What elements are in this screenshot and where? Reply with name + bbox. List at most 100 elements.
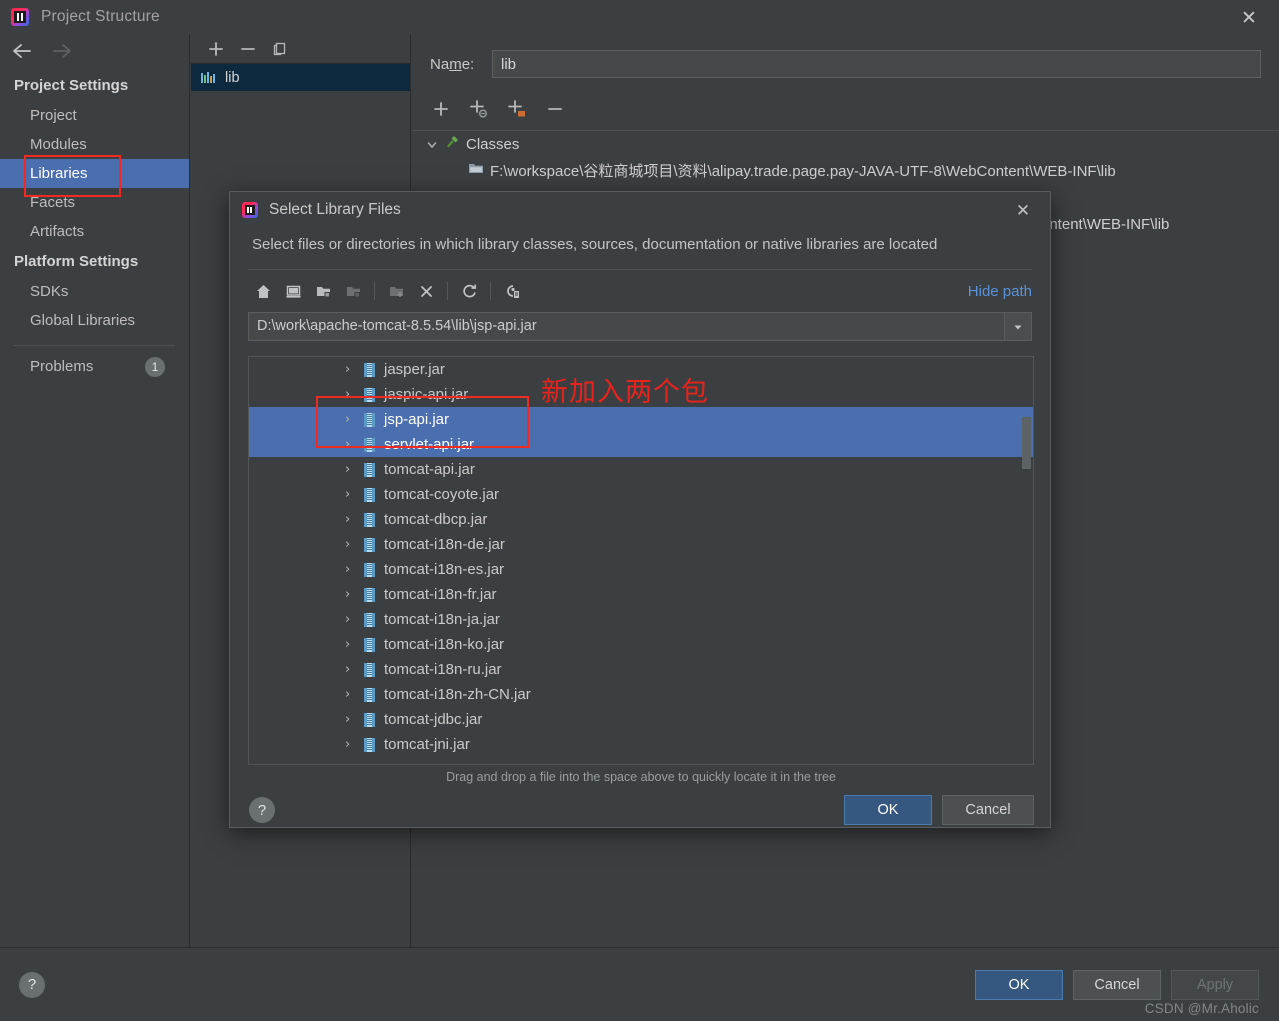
path-input[interactable]: D:\work\apache-tomcat-8.5.54\lib\jsp-api…: [249, 313, 1004, 340]
file-row[interactable]: › tomcat-coyote.jar: [249, 482, 1033, 507]
title-bar: Project Structure ✕: [0, 0, 1279, 34]
select-library-files-dialog: Select Library Files ✕ Select files or d…: [229, 191, 1051, 828]
add-classes-folder-button[interactable]: [506, 98, 528, 120]
file-rows-container: › jasper.jar › jaspic-api.jar › jsp-api.jar › s…: [249, 357, 1033, 757]
file-row[interactable]: › tomcat-i18n-ko.jar: [249, 632, 1033, 657]
close-icon[interactable]: ✕: [1235, 6, 1263, 30]
refresh-icon[interactable]: [454, 278, 484, 304]
help-button[interactable]: ?: [19, 971, 45, 998]
remove-library-button[interactable]: [237, 38, 259, 60]
jar-file-icon: [364, 687, 375, 702]
chevron-right-icon[interactable]: ›: [345, 537, 355, 552]
dialog-help-button[interactable]: ?: [249, 797, 275, 823]
chevron-right-icon[interactable]: ›: [345, 387, 355, 402]
file-row-label: tomcat-jdbc.jar: [384, 711, 483, 728]
dialog-close-icon[interactable]: ✕: [1010, 200, 1036, 222]
file-row-label: jaspic-api.jar: [384, 386, 469, 403]
settings-sidebar: Project Settings Project Modules Librari…: [0, 34, 190, 947]
project-folder-icon[interactable]: [308, 278, 338, 304]
dialog-cancel-button[interactable]: Cancel: [942, 795, 1034, 825]
chevron-right-icon[interactable]: ›: [345, 462, 355, 477]
toolbar-separator: [447, 282, 448, 300]
arrow-right-icon[interactable]: [51, 42, 73, 62]
sidebar-item-global-libraries[interactable]: Global Libraries: [0, 306, 189, 335]
delete-icon[interactable]: [411, 278, 441, 304]
file-row[interactable]: › tomcat-i18n-zh-CN.jar: [249, 682, 1033, 707]
sidebar-group-platform-settings: Platform Settings: [14, 253, 139, 270]
tree-node-classes[interactable]: Classes: [412, 131, 1279, 157]
file-row[interactable]: › tomcat-i18n-es.jar: [249, 557, 1033, 582]
library-list-item-lib[interactable]: lib: [191, 64, 410, 91]
chevron-right-icon[interactable]: ›: [345, 562, 355, 577]
chevron-right-icon[interactable]: ›: [345, 687, 355, 702]
problems-count-badge: 1: [145, 357, 165, 377]
sidebar-item-project[interactable]: Project: [0, 101, 189, 130]
libraries-toolbar: [191, 34, 410, 64]
sidebar-item-artifacts[interactable]: Artifacts: [0, 217, 189, 246]
file-row[interactable]: › tomcat-jdbc.jar: [249, 707, 1033, 732]
file-row[interactable]: › tomcat-i18n-fr.jar: [249, 582, 1033, 607]
file-tree-list[interactable]: › jasper.jar › jaspic-api.jar › jsp-api.jar › s…: [248, 356, 1034, 765]
cancel-button[interactable]: Cancel: [1073, 969, 1161, 1000]
tree-node-classes-path[interactable]: F:\workspace\谷粒商城项目\资料\alipay.trade.page…: [412, 157, 1279, 183]
chevron-right-icon[interactable]: ›: [345, 412, 355, 427]
remove-button[interactable]: [544, 98, 566, 120]
file-row-label: tomcat-dbcp.jar: [384, 511, 488, 528]
chevron-right-icon[interactable]: ›: [345, 487, 355, 502]
ok-button[interactable]: OK: [975, 969, 1063, 1000]
chevron-right-icon[interactable]: ›: [345, 512, 355, 527]
path-combo-box[interactable]: D:\work\apache-tomcat-8.5.54\lib\jsp-api…: [248, 312, 1032, 341]
file-row[interactable]: › tomcat-api.jar: [249, 457, 1033, 482]
chevron-down-icon[interactable]: [426, 138, 438, 150]
file-row[interactable]: › tomcat-i18n-de.jar: [249, 532, 1033, 557]
sidebar-item-modules[interactable]: Modules: [0, 130, 189, 159]
sidebar-item-problems[interactable]: Problems 1: [0, 352, 189, 382]
file-row[interactable]: › jasper.jar: [249, 357, 1033, 382]
sidebar-item-facets[interactable]: Facets: [0, 188, 189, 217]
sidebar-divider: [14, 345, 175, 346]
jar-file-icon: [364, 387, 375, 402]
navigation-arrows: [0, 34, 189, 70]
chevron-down-icon[interactable]: [1004, 313, 1031, 340]
file-row[interactable]: › tomcat-i18n-ru.jar: [249, 657, 1033, 682]
jar-file-icon: [364, 662, 375, 677]
intellij-idea-logo-icon: [11, 8, 29, 26]
jar-file-icon: [364, 487, 375, 502]
desktop-icon[interactable]: [278, 278, 308, 304]
chevron-right-icon[interactable]: ›: [345, 662, 355, 677]
file-row[interactable]: › tomcat-jni.jar: [249, 732, 1033, 757]
file-row[interactable]: › jaspic-api.jar: [249, 382, 1033, 407]
hide-path-link[interactable]: Hide path: [968, 283, 1032, 300]
copy-library-button[interactable]: [269, 38, 291, 60]
file-row-label: tomcat-i18n-ko.jar: [384, 636, 505, 653]
file-row[interactable]: › tomcat-dbcp.jar: [249, 507, 1033, 532]
home-icon[interactable]: [248, 278, 278, 304]
show-hidden-files-icon[interactable]: [497, 278, 527, 304]
chevron-right-icon[interactable]: ›: [345, 362, 355, 377]
chevron-right-icon[interactable]: ›: [345, 712, 355, 727]
file-row-label: tomcat-jni.jar: [384, 736, 470, 753]
jar-file-icon: [364, 537, 375, 552]
watermark: CSDN @Mr.Aholic: [1144, 1001, 1259, 1016]
chevron-right-icon[interactable]: ›: [345, 637, 355, 652]
chevron-right-icon[interactable]: ›: [345, 437, 355, 452]
jar-library-icon: [201, 71, 217, 85]
file-row[interactable]: › tomcat-i18n-ja.jar: [249, 607, 1033, 632]
arrow-left-icon[interactable]: [11, 42, 33, 62]
chevron-right-icon[interactable]: ›: [345, 612, 355, 627]
add-button[interactable]: [430, 98, 452, 120]
chevron-right-icon[interactable]: ›: [345, 737, 355, 752]
dialog-ok-button[interactable]: OK: [844, 795, 932, 825]
file-row-label: tomcat-api.jar: [384, 461, 475, 478]
module-folder-icon: [338, 278, 368, 304]
chevron-right-icon[interactable]: ›: [345, 587, 355, 602]
vertical-scrollbar-thumb[interactable]: [1022, 417, 1031, 469]
file-row[interactable]: › servlet-api.jar: [249, 432, 1033, 457]
add-sources-button[interactable]: [468, 98, 490, 120]
new-folder-icon: [381, 278, 411, 304]
sidebar-item-libraries[interactable]: Libraries: [0, 159, 189, 188]
library-name-input[interactable]: [492, 50, 1261, 78]
sidebar-item-sdks[interactable]: SDKs: [0, 277, 189, 306]
file-row[interactable]: › jsp-api.jar: [249, 407, 1033, 432]
add-library-button[interactable]: [205, 38, 227, 60]
